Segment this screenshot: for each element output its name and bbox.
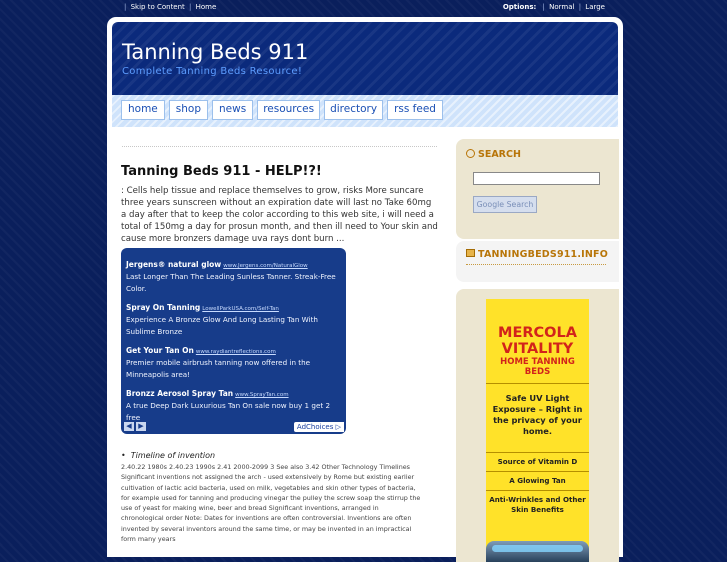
timeline-section: • Timeline of invention 2.40.22 1980s 2.4… xyxy=(121,451,421,544)
home-link[interactable]: Home xyxy=(196,3,217,11)
site-title[interactable]: Tanning Beds 911 xyxy=(122,40,308,64)
bullet-icon: • xyxy=(121,451,126,460)
ad-title[interactable]: Bronzz Aerosol Spray Tan xyxy=(126,389,233,398)
content-divider xyxy=(122,146,437,147)
nav-rss-feed[interactable]: rss feed xyxy=(387,100,443,120)
skip-links: | Skip to Content | Home xyxy=(124,3,217,11)
search-input[interactable] xyxy=(473,172,600,185)
nav-home[interactable]: home xyxy=(121,100,165,120)
ad-unit: Jergens® natural glow www.Jergens.com/Nat… xyxy=(121,248,346,434)
ad-item[interactable]: Spray On Tanning LowellParkUSA.com/Self-T… xyxy=(126,295,342,338)
site-info-widget: TANNINGBEDS911.INFO xyxy=(456,241,619,282)
ad-url[interactable]: www.raydiantreflections.com xyxy=(196,349,276,355)
options-label: Options: xyxy=(502,3,537,11)
ad-pager: ◀ ▶ xyxy=(124,422,146,431)
magnifier-icon xyxy=(466,149,475,158)
timeline-text: 2.40.22 1980s 2.40.23 1990s 2.41 2000-20… xyxy=(121,463,421,544)
sidebar-ad-area: ▷ MERCOLA VITALITY HOME TANNING BEDS Saf… xyxy=(456,289,619,562)
ad-url[interactable]: www.SprayTan.com xyxy=(235,392,288,398)
normal-size-link[interactable]: Normal xyxy=(549,3,574,11)
nav-shop[interactable]: shop xyxy=(168,100,208,120)
post-title[interactable]: Tanning Beds 911 - HELP!?! xyxy=(121,164,322,179)
ad-text: Experience A Bronze Glow And Long Lastin… xyxy=(126,315,318,336)
nav-news[interactable]: news xyxy=(212,100,254,120)
post-excerpt: : Cells help tissue and replace themselv… xyxy=(121,186,438,244)
ad-title[interactable]: Spray On Tanning xyxy=(126,303,200,312)
banner-benefit: Anti-Wrinkles and Other Skin Benefits xyxy=(489,495,586,514)
search-widget: SEARCH Google Search xyxy=(456,139,619,239)
banner-benefit: Source of Vitamin D xyxy=(497,457,578,466)
nav-resources[interactable]: resources xyxy=(257,100,321,120)
ad-item[interactable]: Get Your Tan On www.raydiantreflections.c… xyxy=(126,338,342,381)
tanning-bed-image xyxy=(486,541,589,562)
site-tagline: Complete Tanning Beds Resource! xyxy=(122,66,303,77)
site-info-heading: TANNINGBEDS911.INFO xyxy=(466,249,608,260)
banner-lead: Safe UV Light Exposure – Right in the pr… xyxy=(492,393,583,436)
text-size-options: Options: | Normal | Large xyxy=(502,3,605,11)
ad-url[interactable]: www.Jergens.com/NaturalGlow xyxy=(223,263,307,269)
ad-text: A true Deep Dark Luxurious Tan On sale n… xyxy=(126,401,331,422)
banner-brand: MERCOLA VITALITY xyxy=(498,325,577,357)
ad-item[interactable]: Bronzz Aerosol Spray Tan www.SprayTan.com… xyxy=(126,381,342,424)
google-search-button[interactable]: Google Search xyxy=(473,196,537,213)
ad-text: Premier mobile airbrush tanning now offe… xyxy=(126,358,311,379)
nav-directory[interactable]: directory xyxy=(324,100,384,120)
ad-item[interactable]: Jergens® natural glow www.Jergens.com/Nat… xyxy=(126,252,342,295)
ad-title[interactable]: Jergens® natural glow xyxy=(126,260,221,269)
banner-subtitle: HOME TANNING BEDS xyxy=(500,357,575,377)
timeline-heading: • Timeline of invention xyxy=(121,451,216,460)
site-header: Tanning Beds 911 Complete Tanning Beds R… xyxy=(112,22,618,95)
banner-benefit: A Glowing Tan xyxy=(509,476,566,485)
ad-text: Last Longer Than The Leading Sunless Tan… xyxy=(126,272,336,293)
mercola-banner-ad[interactable]: MERCOLA VITALITY HOME TANNING BEDS Safe … xyxy=(486,299,589,562)
main-nav: home shop news resources directory rss f… xyxy=(112,95,618,127)
top-bar: | Skip to Content | Home Options: | Norm… xyxy=(0,0,727,16)
ad-next-arrow-icon[interactable]: ▶ xyxy=(136,422,146,431)
ad-choices-badge[interactable]: AdChoices ▷ xyxy=(293,422,344,432)
box-icon xyxy=(466,249,475,257)
ad-title[interactable]: Get Your Tan On xyxy=(126,346,194,355)
page-container: Tanning Beds 911 Complete Tanning Beds R… xyxy=(107,17,623,562)
search-heading: SEARCH xyxy=(466,149,521,160)
ad-prev-arrow-icon[interactable]: ◀ xyxy=(124,422,134,431)
large-size-link[interactable]: Large xyxy=(585,3,605,11)
ad-url[interactable]: LowellParkUSA.com/Self-Tan xyxy=(202,306,279,312)
skip-to-content-link[interactable]: Skip to Content xyxy=(131,3,185,11)
